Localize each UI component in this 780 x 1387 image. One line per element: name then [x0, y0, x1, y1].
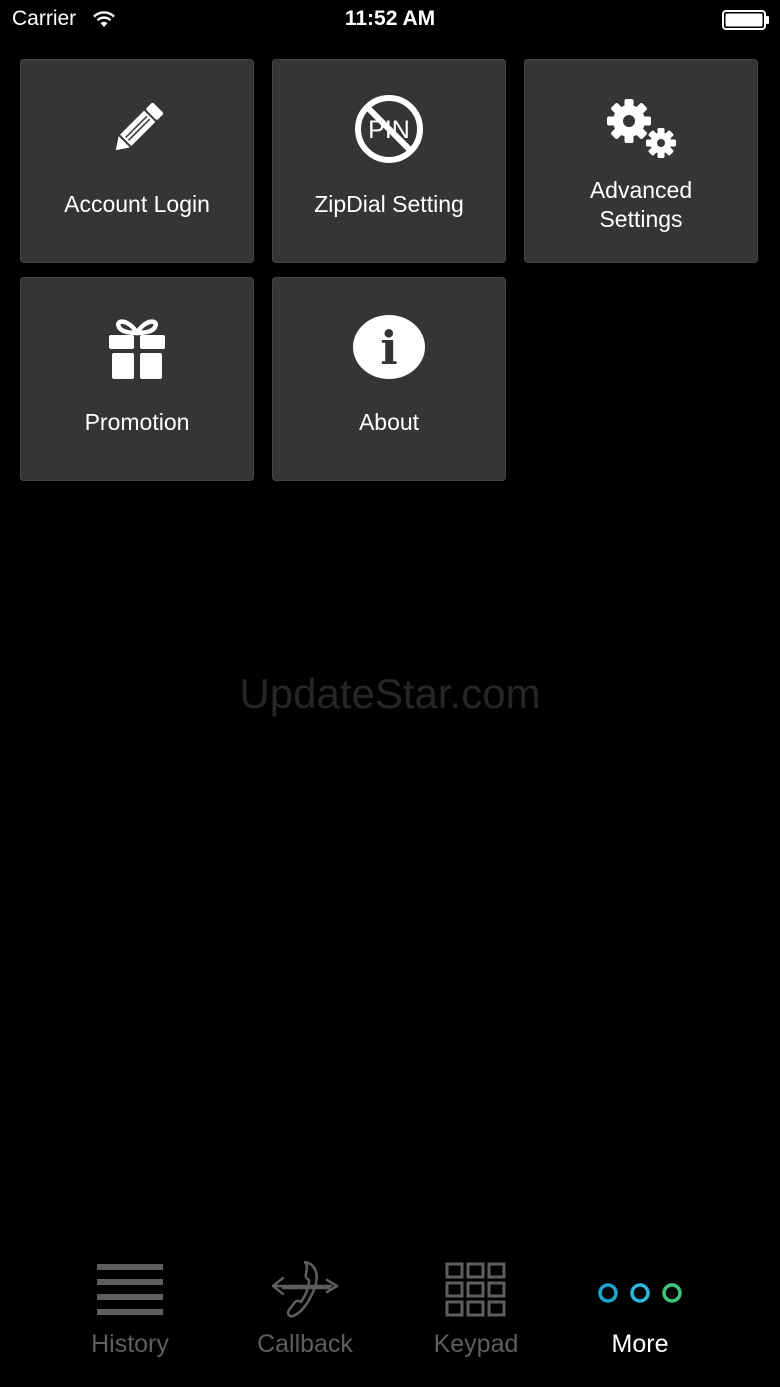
tab-more[interactable]: More: [560, 1240, 720, 1380]
watermark: UpdateStar.com: [239, 670, 541, 717]
tab-keypad[interactable]: Keypad: [396, 1240, 556, 1380]
zipdial-setting-label: ZipDial Setting: [314, 191, 464, 217]
tab-callback[interactable]: Callback: [225, 1240, 385, 1380]
pencil-icon: [115, 102, 164, 151]
account-login-label: Account Login: [64, 191, 210, 217]
advanced-settings-label-line2: Settings: [599, 206, 683, 232]
no-pin-icon: PIN: [355, 95, 423, 163]
advanced-settings-label-line1: Advanced: [589, 177, 693, 203]
about-label: About: [358, 409, 420, 435]
zipdial-setting-button[interactable]: PIN ZipDial Setting: [272, 59, 506, 263]
gift-icon: [109, 319, 165, 379]
tab-more-label: More: [611, 1330, 669, 1358]
info-icon-text: i: [380, 321, 397, 375]
phone-arrows-icon: [271, 1260, 339, 1318]
keypad-grid-icon: [445, 1262, 506, 1317]
gears-icon: [607, 99, 676, 158]
promotion-button[interactable]: Promotion: [20, 277, 254, 481]
status-bar: Carrier 11:52 AM: [0, 0, 780, 40]
tab-history-label: History: [91, 1330, 169, 1358]
promotion-label: Promotion: [84, 409, 190, 435]
tab-history[interactable]: History: [50, 1240, 210, 1380]
info-icon: i: [353, 315, 425, 379]
account-login-button[interactable]: Account Login: [20, 59, 254, 263]
advanced-settings-button[interactable]: Advanced Settings: [524, 59, 758, 263]
list-icon: [97, 1264, 163, 1315]
more-dots-icon: [598, 1283, 682, 1303]
about-button[interactable]: i About: [272, 277, 506, 481]
status-time: 11:52 AM: [344, 7, 436, 30]
battery-icon: [722, 10, 769, 30]
tab-keypad-label: Keypad: [433, 1330, 519, 1358]
tab-bar: History Callback Keypad More: [0, 1240, 780, 1387]
tab-callback-label: Callback: [257, 1330, 353, 1358]
